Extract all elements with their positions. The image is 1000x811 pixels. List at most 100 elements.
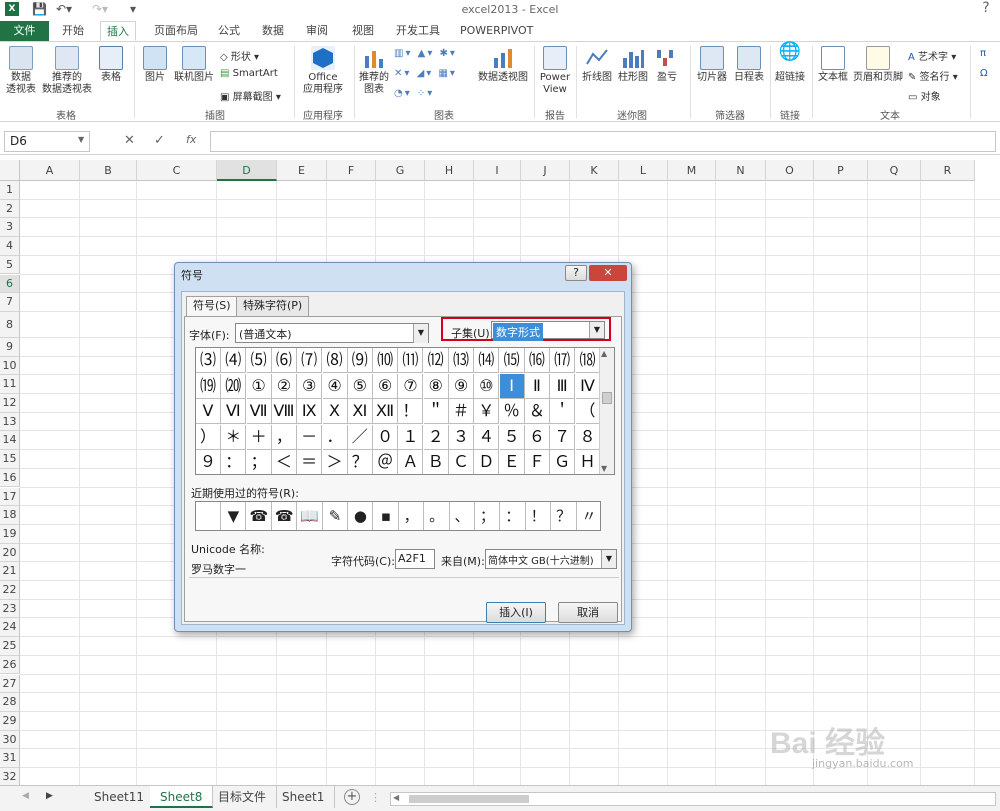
sheet-tab-active[interactable]: Sheet8 — [150, 786, 214, 808]
cancel-button[interactable]: 取消 — [558, 602, 618, 623]
symbol-cell[interactable]: Ａ — [398, 450, 424, 474]
sheet-tab[interactable]: Sheet11 — [84, 786, 155, 808]
tab-symbols[interactable]: 符号(S) — [186, 296, 238, 317]
symbol-cell[interactable]: ＝ — [297, 450, 323, 474]
symbol-cell[interactable]: Ⅷ — [271, 399, 297, 424]
column-header-A[interactable]: A — [20, 160, 80, 181]
symbol-cell[interactable]: ５ — [499, 424, 525, 450]
symbol-cell[interactable]: － — [297, 424, 323, 450]
tab-split-handle[interactable]: ⋮ — [370, 791, 381, 804]
font-select[interactable]: (普通文本) ▼ — [235, 323, 429, 343]
symbol-cell[interactable]: Ⅹ — [322, 399, 348, 424]
recent-symbol-cell[interactable]: ☎ — [272, 502, 298, 530]
row-header-9[interactable]: 9 — [0, 337, 20, 357]
symbol-cell[interactable]: Ⅸ — [297, 399, 323, 424]
symbol-cell[interactable]: ⑶ — [196, 348, 221, 373]
smartart-button[interactable]: ▤ SmartArt — [220, 68, 278, 79]
recent-symbol-cell[interactable]: ； — [475, 502, 501, 530]
pivot-table-button[interactable]: 数据 透视表 — [4, 46, 38, 96]
recommended-charts-button[interactable]: 推荐的 图表 — [356, 46, 392, 96]
recent-symbol-cell[interactable]: ● — [348, 502, 374, 530]
recent-symbol-cell[interactable]: ▼ — [221, 502, 247, 530]
symbol-cell[interactable]: ⑻ — [322, 348, 348, 373]
row-header-4[interactable]: 4 — [0, 237, 20, 256]
tab-data[interactable]: 数据 — [256, 21, 290, 41]
char-code-input[interactable]: A2F1 — [395, 549, 435, 569]
recent-symbol-cell[interactable]: ， — [399, 502, 425, 530]
sheet-tab[interactable]: Sheet1 — [272, 786, 336, 808]
symbol-cell[interactable]: ＠ — [373, 450, 399, 474]
symbol-cell[interactable]: Ｂ — [423, 450, 449, 474]
scrollbar-thumb[interactable] — [409, 795, 529, 803]
tab-special-characters[interactable]: 特殊字符(P) — [236, 296, 310, 316]
symbol-cell[interactable]: ２ — [423, 424, 449, 450]
row-header-24[interactable]: 24 — [0, 618, 20, 638]
symbol-cell[interactable]: ⑨ — [449, 373, 474, 399]
column-header-G[interactable]: G — [376, 160, 425, 181]
formula-input[interactable] — [210, 131, 996, 152]
column-header-C[interactable]: C — [137, 160, 217, 181]
symbol-cell[interactable]: Ｇ — [550, 450, 576, 474]
office-app-button[interactable]: Office 应用程序 — [298, 46, 348, 96]
scroll-up-icon[interactable]: ▲ — [601, 349, 607, 358]
equation-icon[interactable]: π — [980, 48, 986, 59]
symbol-cell[interactable]: ⑥ — [373, 373, 399, 399]
row-header-8[interactable]: 8 — [0, 311, 20, 338]
recent-symbol-cell[interactable]: 📖 — [297, 502, 323, 530]
insert-button[interactable]: 插入(I) — [486, 602, 546, 623]
tab-page-layout[interactable]: 页面布局 — [148, 21, 204, 41]
row-header-12[interactable]: 12 — [0, 394, 20, 413]
row-header-19[interactable]: 19 — [0, 524, 20, 544]
symbol-cell[interactable]: １ — [398, 424, 424, 450]
symbol-cell[interactable]: ＋ — [246, 424, 272, 450]
row-header-6[interactable]: 6 — [0, 274, 20, 294]
tab-insert[interactable]: 插入 — [100, 21, 136, 41]
row-header-7[interactable]: 7 — [0, 293, 20, 312]
from-select[interactable]: 简体中文 GB(十六进制) ▼ — [485, 549, 617, 569]
symbol-cell[interactable]: Ⅲ — [550, 373, 576, 399]
symbol-cell[interactable]: ⑹ — [271, 348, 297, 373]
symbol-cell[interactable]: ＊ — [221, 424, 247, 450]
row-header-17[interactable]: 17 — [0, 487, 20, 507]
column-header-B[interactable]: B — [80, 160, 137, 181]
shapes-button[interactable]: ◇ 形状 ▾ — [220, 48, 259, 63]
symbol-cell[interactable]: ⑿ — [423, 348, 449, 373]
symbol-cell[interactable]: Ｃ — [449, 450, 474, 474]
symbol-cell[interactable]: ： — [221, 450, 247, 474]
tab-view[interactable]: 视图 — [346, 21, 380, 41]
column-header-J[interactable]: J — [521, 160, 570, 181]
symbol-cell[interactable]: Ⅺ — [347, 399, 373, 424]
recent-symbol-cell[interactable]: ！ — [526, 502, 552, 530]
symbol-cell[interactable]: ７ — [550, 424, 576, 450]
wordart-button[interactable]: A 艺术字 ▾ — [908, 48, 956, 63]
row-header-22[interactable]: 22 — [0, 581, 20, 600]
recent-symbol-cell[interactable]: ： — [500, 502, 526, 530]
subset-select[interactable]: 数字形式 ▼ — [491, 321, 605, 341]
symbol-cell[interactable]: ！ — [398, 399, 424, 424]
tab-formulas[interactable]: 公式 — [212, 21, 246, 41]
tab-powerpivot[interactable]: POWERPIVOT — [454, 21, 539, 41]
chevron-down-icon[interactable]: ▼ — [601, 550, 616, 568]
horizontal-scrollbar[interactable]: ◀ — [390, 792, 996, 806]
symbol-cell[interactable]: ⑦ — [398, 373, 424, 399]
symbol-cell[interactable]: ⑾ — [398, 348, 424, 373]
help-icon[interactable]: ? — [972, 0, 1000, 21]
tab-file[interactable]: 文件 — [0, 21, 49, 41]
customize-qat-icon[interactable]: ▾ — [130, 2, 136, 16]
symbol-cell[interactable]: （ — [575, 399, 601, 424]
symbol-cell[interactable]: ⒁ — [474, 348, 500, 373]
symbol-cell[interactable]: ４ — [474, 424, 500, 450]
symbol-cell[interactable]: Ｅ — [499, 450, 525, 474]
table-button[interactable]: 表格 — [96, 46, 126, 84]
symbol-cell[interactable]: Ｆ — [524, 450, 550, 474]
recent-symbol-cell[interactable]: ☎ — [246, 502, 272, 530]
chart-type-buttons-3[interactable]: ◔▾ ⁘▾ — [394, 88, 434, 99]
symbol-cell[interactable]: ⑷ — [221, 348, 247, 373]
column-header-Q[interactable]: Q — [868, 160, 921, 181]
symbol-cell[interactable]: ⑸ — [246, 348, 272, 373]
save-icon[interactable]: 💾 — [32, 2, 47, 16]
symbol-cell[interactable]: ⑤ — [347, 373, 373, 399]
column-header-O[interactable]: O — [766, 160, 814, 181]
symbol-cell[interactable]: ＆ — [524, 399, 550, 424]
online-picture-button[interactable]: 联机图片 — [172, 46, 216, 84]
